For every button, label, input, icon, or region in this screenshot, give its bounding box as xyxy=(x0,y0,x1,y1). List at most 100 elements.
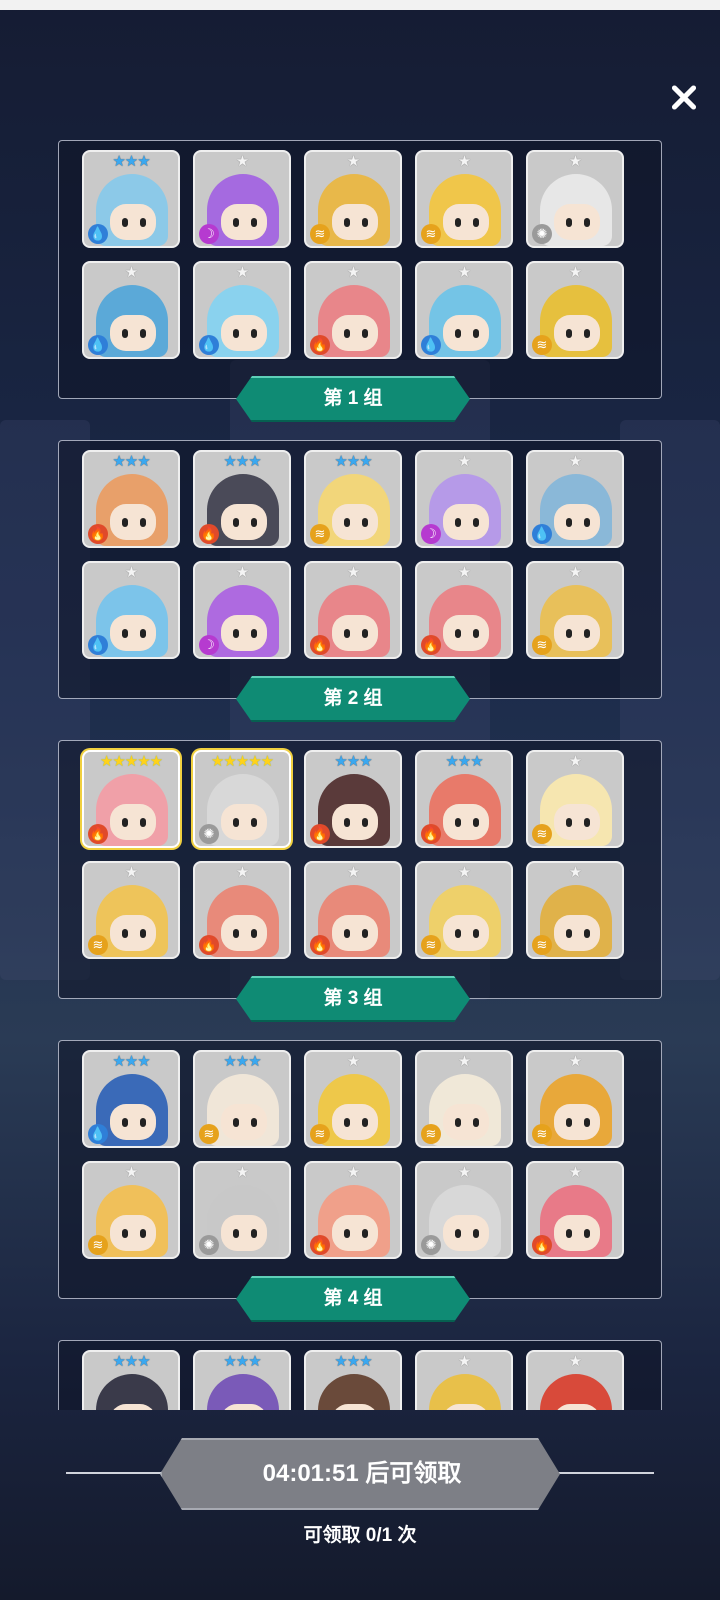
hero-card[interactable]: ★★★ 🔥 xyxy=(415,750,513,848)
hero-star-rating: ★ xyxy=(124,1164,138,1181)
wind-element-icon: ≋ xyxy=(310,1124,330,1144)
hero-card[interactable]: ★ xyxy=(526,1350,624,1410)
hero-face xyxy=(332,804,378,840)
hero-card[interactable]: ★ 💧 xyxy=(526,450,624,548)
hero-card[interactable]: ★★★ 💧 xyxy=(82,1050,180,1148)
hero-face xyxy=(332,1215,378,1251)
hero-star-rating: ★ xyxy=(457,264,471,281)
hero-card[interactable]: ★ ≋ xyxy=(82,861,180,959)
wind-element-icon: ≋ xyxy=(532,335,552,355)
hero-eye xyxy=(344,818,350,827)
hero-card[interactable]: ★ ≋ xyxy=(415,861,513,959)
hero-face xyxy=(443,615,489,651)
wind-element-icon: ≋ xyxy=(421,224,441,244)
hero-eye xyxy=(140,218,146,227)
hero-card[interactable]: ★ ≋ xyxy=(304,1050,402,1148)
hero-star-rating: ★★★ xyxy=(223,453,261,470)
wind-element-icon: ≋ xyxy=(532,935,552,955)
hero-eye xyxy=(566,1118,572,1127)
fire-element-icon: 🔥 xyxy=(421,635,441,655)
close-button[interactable] xyxy=(664,76,708,120)
hero-card[interactable]: ★★★★★ 🔥 xyxy=(82,750,180,848)
hero-card[interactable]: ★ ✺ xyxy=(415,1161,513,1259)
hero-card[interactable]: ★ ≋ xyxy=(526,750,624,848)
light-element-icon: ✺ xyxy=(421,1235,441,1255)
hero-face xyxy=(332,315,378,351)
hero-star-rating: ★ xyxy=(568,864,582,881)
hero-card[interactable]: ★★★ xyxy=(193,1350,291,1410)
claim-timer-banner[interactable]: 04:01:51 后可领取 xyxy=(160,1438,560,1510)
hero-face xyxy=(332,1104,378,1140)
hero-star-rating: ★ xyxy=(346,264,360,281)
hero-face xyxy=(221,615,267,651)
hero-card[interactable]: ★★★ ≋ xyxy=(304,450,402,548)
hero-card[interactable]: ★ 🔥 xyxy=(193,861,291,959)
hero-card[interactable]: ★ ≋ xyxy=(526,861,624,959)
hero-eye xyxy=(122,1118,128,1127)
hero-card[interactable]: ★ ≋ xyxy=(304,150,402,248)
hero-card[interactable]: ★★★ 🔥 xyxy=(304,750,402,848)
hero-card[interactable]: ★ ≋ xyxy=(526,261,624,359)
hero-group-list[interactable]: ★★★ 💧 ★ ☽ ★ ≋ ★ ≋ ★ ✺ ★ 💧 ★ 💧 ★ 🔥 ★ 💧 ★ ≋ 第 1 组 ★★★ 🔥 ★★★ 🔥 ★★★ ≋ ★… xyxy=(0,140,720,1410)
moon-element-icon: ☽ xyxy=(199,635,219,655)
hero-eye xyxy=(584,1118,590,1127)
hero-face xyxy=(443,915,489,951)
hero-card[interactable]: ★★★ xyxy=(82,1350,180,1410)
hero-star-rating: ★ xyxy=(346,153,360,170)
hero-eye xyxy=(455,218,461,227)
group-label-banner: 第 2 组 xyxy=(236,676,470,722)
hero-eye xyxy=(473,1118,479,1127)
hero-eye xyxy=(251,818,257,827)
hero-card[interactable]: ★★★★★ ✺ xyxy=(193,750,291,848)
hero-card[interactable]: ★ ☽ xyxy=(193,561,291,659)
hero-card[interactable]: ★ 🔥 xyxy=(304,861,402,959)
hero-card[interactable]: ★★★ 🔥 xyxy=(193,450,291,548)
hero-star-rating: ★ xyxy=(235,153,249,170)
light-element-icon: ✺ xyxy=(199,824,219,844)
hero-card[interactable]: ★ 🔥 xyxy=(415,561,513,659)
hero-card[interactable]: ★ 🔥 xyxy=(304,561,402,659)
hero-star-rating: ★ xyxy=(457,153,471,170)
hero-card[interactable]: ★ 🔥 xyxy=(526,1161,624,1259)
hero-face xyxy=(110,204,156,240)
hero-face xyxy=(554,1104,600,1140)
hero-card[interactable]: ★★★ ≋ xyxy=(193,1050,291,1148)
hero-eye xyxy=(251,518,257,527)
hero-card[interactable]: ★★★ 🔥 xyxy=(82,450,180,548)
hero-eye xyxy=(566,218,572,227)
group-label-banner: 第 4 组 xyxy=(236,1276,470,1322)
hero-card[interactable]: ★ ≋ xyxy=(526,1050,624,1148)
hero-card[interactable]: ★ 💧 xyxy=(415,261,513,359)
hero-card[interactable]: ★ 🔥 xyxy=(304,1161,402,1259)
hero-card[interactable]: ★ 💧 xyxy=(82,261,180,359)
status-bar-strip xyxy=(0,0,720,10)
hero-face xyxy=(443,504,489,540)
hero-card[interactable]: ★★★ 💧 xyxy=(82,150,180,248)
hero-card[interactable]: ★ ≋ xyxy=(415,1050,513,1148)
hero-card[interactable]: ★ ☽ xyxy=(193,150,291,248)
fire-element-icon: 🔥 xyxy=(88,824,108,844)
hero-card[interactable]: ★ ≋ xyxy=(526,561,624,659)
hero-card[interactable]: ★ xyxy=(415,1350,513,1410)
hero-star-rating: ★★★ xyxy=(334,1353,372,1370)
hero-eye xyxy=(362,818,368,827)
hero-card[interactable]: ★ ✺ xyxy=(193,1161,291,1259)
hero-eye xyxy=(233,218,239,227)
hero-card[interactable]: ★ ≋ xyxy=(82,1161,180,1259)
hero-card[interactable]: ★ ≋ xyxy=(415,150,513,248)
hero-card[interactable]: ★ 💧 xyxy=(82,561,180,659)
hero-card[interactable]: ★ ✺ xyxy=(526,150,624,248)
hero-card[interactable]: ★★★ xyxy=(304,1350,402,1410)
hero-face xyxy=(110,804,156,840)
hero-eye xyxy=(233,1118,239,1127)
hero-star-rating: ★ xyxy=(346,1053,360,1070)
hero-card[interactable]: ★ 🔥 xyxy=(304,261,402,359)
hero-star-rating: ★ xyxy=(457,453,471,470)
hero-eye xyxy=(455,329,461,338)
hero-card[interactable]: ★ ☽ xyxy=(415,450,513,548)
wind-element-icon: ≋ xyxy=(532,635,552,655)
hero-star-rating: ★ xyxy=(124,564,138,581)
hero-card[interactable]: ★ 💧 xyxy=(193,261,291,359)
wind-element-icon: ≋ xyxy=(532,1124,552,1144)
hero-eye xyxy=(362,1229,368,1238)
